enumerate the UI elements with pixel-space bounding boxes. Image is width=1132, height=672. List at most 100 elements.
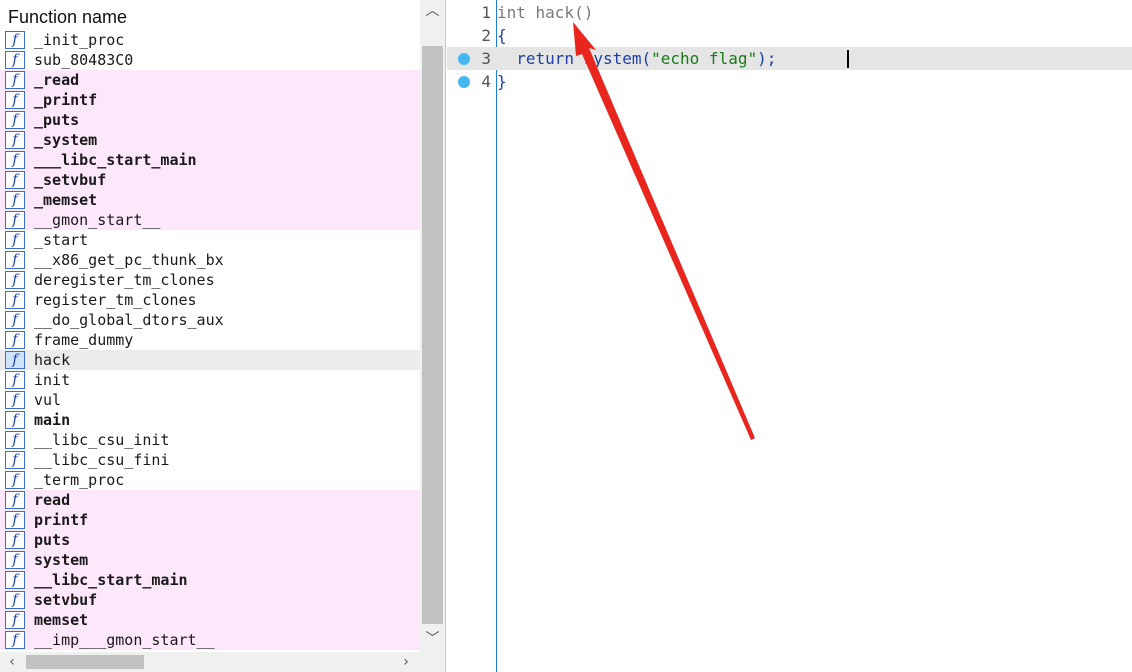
pseudocode-view[interactable]: 1 int hack() 2{3 return system("echo flag"… (447, 0, 1132, 672)
function-name-label: __libc_csu_fini (34, 451, 170, 469)
function-list-item[interactable]: f sub_80483C0 (0, 50, 420, 70)
horizontal-scroll-thumb[interactable] (26, 655, 144, 669)
function-icon: f (5, 251, 25, 269)
function-list-item[interactable]: f _read (0, 70, 420, 90)
function-icon: f (5, 131, 25, 149)
function-list-item[interactable]: f _init_proc (0, 30, 420, 50)
function-list-item[interactable]: f __x86_get_pc_thunk_bx (0, 250, 420, 270)
function-icon: f (5, 631, 25, 649)
function-list-item[interactable]: f _system (0, 130, 420, 150)
function-icon: f (5, 511, 25, 529)
function-list-item[interactable]: f _start (0, 230, 420, 250)
code-line[interactable]: 3 return system("echo flag"); (447, 47, 1132, 70)
line-number: 2 (481, 26, 491, 45)
function-list: f _init_proc f sub_80483C0 f _read f _printf f _p… (0, 30, 420, 650)
scroll-down-icon[interactable]: ﹀ (420, 628, 445, 650)
function-list-item[interactable]: f _puts (0, 110, 420, 130)
function-icon: f (5, 171, 25, 189)
function-name-label: _read (34, 71, 80, 89)
vertical-scrollbar[interactable]: ︿ ﹀ (420, 0, 445, 652)
function-list-item[interactable]: f _memset (0, 190, 420, 210)
function-list-item[interactable]: f __imp___gmon_start__ (0, 630, 420, 650)
function-name-label: hack (34, 351, 71, 369)
scroll-left-icon[interactable]: ‹ (2, 652, 22, 672)
scroll-up-icon[interactable]: ︿ (420, 0, 445, 22)
function-icon: f (5, 531, 25, 549)
horizontal-scrollbar[interactable]: ‹ › (0, 652, 420, 672)
code-token: ); (757, 49, 777, 68)
function-list-item[interactable]: f _term_proc (0, 470, 420, 490)
function-icon: f (5, 351, 25, 369)
function-icon: f (5, 331, 25, 349)
function-list-item[interactable]: f system (0, 550, 420, 570)
function-list-item[interactable]: f _printf (0, 90, 420, 110)
scroll-right-icon[interactable]: › (396, 652, 416, 672)
function-name-label: register_tm_clones (34, 291, 197, 309)
function-icon: f (5, 191, 25, 209)
function-name-label: _setvbuf (34, 171, 107, 189)
line-number: 3 (481, 49, 491, 68)
function-list-item[interactable]: f init (0, 370, 420, 390)
function-list-item[interactable]: f __gmon_start__ (0, 210, 420, 230)
code-token: { (497, 26, 507, 45)
code-line[interactable]: 2{ (447, 24, 1132, 47)
function-name-label: memset (34, 611, 89, 629)
function-icon: f (5, 151, 25, 169)
function-list-item[interactable]: f memset (0, 610, 420, 630)
function-icon: f (5, 571, 25, 589)
code-text: } (497, 70, 507, 93)
code-token: int hack() (497, 3, 594, 22)
function-list-item[interactable]: f __do_global_dtors_aux (0, 310, 420, 330)
function-icon: f (5, 371, 25, 389)
function-list-item[interactable]: f _setvbuf (0, 170, 420, 190)
functions-window: Function name f _init_proc f sub_80483C0 f _r… (0, 0, 446, 672)
function-list-item[interactable]: f puts (0, 530, 420, 550)
function-name-label: _printf (34, 91, 98, 109)
function-icon: f (5, 231, 25, 249)
function-name-label: deregister_tm_clones (34, 271, 215, 289)
function-name-label: init (34, 371, 71, 389)
function-list-item[interactable]: f printf (0, 510, 420, 530)
code-text: int hack() (497, 1, 593, 24)
function-icon: f (5, 211, 25, 229)
function-icon: f (5, 591, 25, 609)
function-list-item[interactable]: f read (0, 490, 420, 510)
function-list-item[interactable]: f deregister_tm_clones (0, 270, 420, 290)
line-number: 4 (481, 72, 491, 91)
code-text: { (497, 24, 507, 47)
function-list-item[interactable]: f frame_dummy (0, 330, 420, 350)
function-icon: f (5, 611, 25, 629)
function-icon: f (5, 31, 25, 49)
function-list-item[interactable]: f __libc_csu_init (0, 430, 420, 450)
function-name-label: setvbuf (34, 591, 98, 609)
function-name-label: __libc_csu_init (34, 431, 170, 449)
function-icon: f (5, 391, 25, 409)
function-icon: f (5, 551, 25, 569)
code-line[interactable]: 1 int hack() (447, 1, 1132, 24)
function-list-item[interactable]: f main (0, 410, 420, 430)
function-list-item[interactable]: f __libc_start_main (0, 570, 420, 590)
function-list-item[interactable]: f register_tm_clones (0, 290, 420, 310)
function-list-item[interactable]: f __libc_csu_fini (0, 450, 420, 470)
line-number: 1 (481, 3, 491, 22)
code-line[interactable]: 4} (447, 70, 1132, 93)
function-name-label: read (34, 491, 71, 509)
function-name-label: _init_proc (34, 31, 125, 49)
function-icon: f (5, 111, 25, 129)
function-list-item[interactable]: f hack (0, 350, 420, 370)
function-name-label: _puts (34, 111, 80, 129)
function-list-item[interactable]: f ___libc_start_main (0, 150, 420, 170)
function-list-item[interactable]: f vul (0, 390, 420, 410)
gutter-divider (496, 0, 497, 672)
function-icon: f (5, 311, 25, 329)
function-name-label: system (34, 551, 89, 569)
function-name-label: frame_dummy (34, 331, 134, 349)
function-name-label: __x86_get_pc_thunk_bx (34, 251, 224, 269)
function-name-column-header[interactable]: Function name (0, 0, 420, 34)
text-caret (847, 50, 849, 68)
vertical-scroll-thumb[interactable] (422, 46, 443, 624)
function-name-label: sub_80483C0 (34, 51, 134, 69)
function-name-label: puts (34, 531, 71, 549)
function-name-label: printf (34, 511, 89, 529)
function-list-item[interactable]: f setvbuf (0, 590, 420, 610)
